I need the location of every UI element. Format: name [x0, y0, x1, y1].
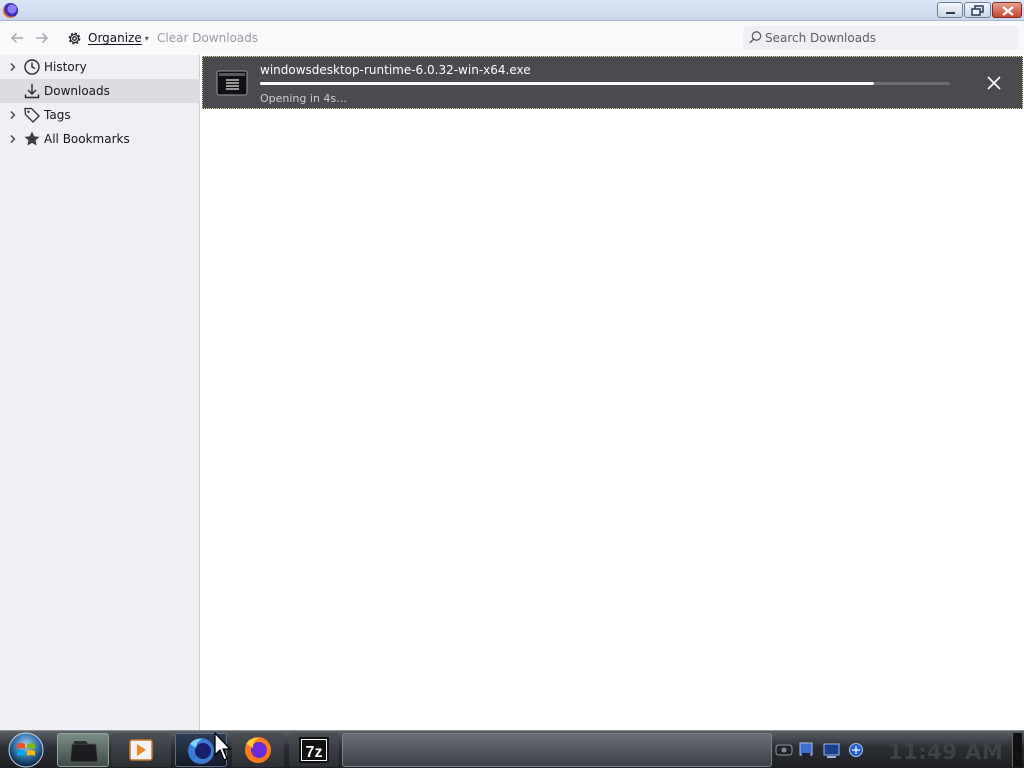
sidebar-item-label: History	[44, 60, 87, 74]
back-arrow-icon[interactable]	[8, 29, 26, 47]
firefox-icon	[245, 737, 271, 763]
forward-arrow-icon[interactable]	[33, 29, 51, 47]
close-window-button[interactable]	[992, 2, 1022, 18]
organize-dropdown-caret: ▾	[144, 33, 149, 43]
sidebar-item-tags[interactable]: Tags	[0, 103, 200, 127]
library-toolbar: Organize ▾ Clear Downloads	[0, 21, 1024, 55]
search-downloads-input[interactable]	[765, 27, 1015, 49]
chevron-right-icon[interactable]	[8, 62, 18, 72]
download-item[interactable]: windowsdesktop-runtime-6.0.32-win-x64.ex…	[202, 56, 1023, 109]
taskbar-firefox[interactable]	[232, 733, 284, 767]
executable-file-icon	[216, 70, 248, 96]
taskbar-empty-area[interactable]	[342, 733, 772, 767]
sidebar-item-label: Tags	[44, 108, 71, 122]
sidebar-item-all-bookmarks[interactable]: All Bookmarks	[0, 127, 200, 151]
restore-icon	[971, 5, 984, 16]
search-box[interactable]	[743, 26, 1019, 50]
7zip-icon: 7z	[299, 737, 329, 763]
chevron-right-icon[interactable]	[8, 110, 18, 120]
sidebar-item-downloads[interactable]: Downloads	[0, 79, 200, 103]
downloads-list: windowsdesktop-runtime-6.0.32-win-x64.ex…	[201, 55, 1024, 730]
minimize-icon	[946, 12, 955, 14]
restore-button[interactable]	[964, 2, 991, 18]
tray-display-icon[interactable]	[823, 743, 840, 758]
sidebar-item-history[interactable]: History	[0, 55, 200, 79]
media-player-icon	[129, 739, 153, 761]
windows-taskbar: 7z 11:49 AM	[0, 730, 1024, 768]
start-orb[interactable]	[6, 732, 46, 768]
organize-label: Organize	[88, 31, 142, 45]
cancel-download-icon[interactable]	[985, 74, 1003, 92]
download-progress-fill	[260, 82, 875, 85]
system-tray	[775, 742, 863, 758]
sidebar-item-label: Downloads	[44, 84, 110, 98]
minimize-button[interactable]	[937, 2, 963, 18]
taskbar-file-explorer[interactable]	[57, 733, 109, 767]
download-file-name: windowsdesktop-runtime-6.0.32-win-x64.ex…	[260, 63, 531, 77]
close-icon	[1002, 6, 1014, 16]
chevron-right-icon[interactable]	[8, 134, 18, 144]
file-explorer-icon	[69, 741, 99, 763]
organize-button[interactable]: Organize ▾	[66, 28, 149, 48]
download-progress-bar	[260, 82, 950, 85]
show-desktop-button[interactable]	[1012, 733, 1022, 767]
clock-icon	[24, 59, 40, 75]
tray-network-icon[interactable]	[799, 742, 813, 758]
star-icon	[24, 131, 40, 146]
taskbar-media-player[interactable]	[111, 733, 171, 767]
taskbar-clock[interactable]: 11:49 AM	[888, 740, 1003, 764]
gear-icon	[68, 32, 81, 44]
download-status-text: Opening in 4s…	[260, 92, 348, 105]
sidebar-item-label: All Bookmarks	[44, 132, 130, 146]
7zip-label: 7z	[306, 744, 323, 761]
library-sidebar: History Downloads Tags All Bookmarks	[0, 55, 200, 730]
tray-hardware-icon[interactable]	[775, 744, 793, 756]
tray-security-icon[interactable]	[849, 743, 863, 757]
download-icon	[24, 84, 40, 99]
taskbar-7zip[interactable]: 7z	[289, 733, 339, 767]
tag-icon	[24, 107, 40, 123]
mouse-cursor-icon	[214, 732, 231, 761]
search-icon	[749, 31, 762, 44]
window-title-bar	[0, 0, 1024, 21]
clear-downloads-button[interactable]: Clear Downloads	[157, 31, 258, 45]
firefox-app-icon[interactable]	[3, 3, 18, 18]
